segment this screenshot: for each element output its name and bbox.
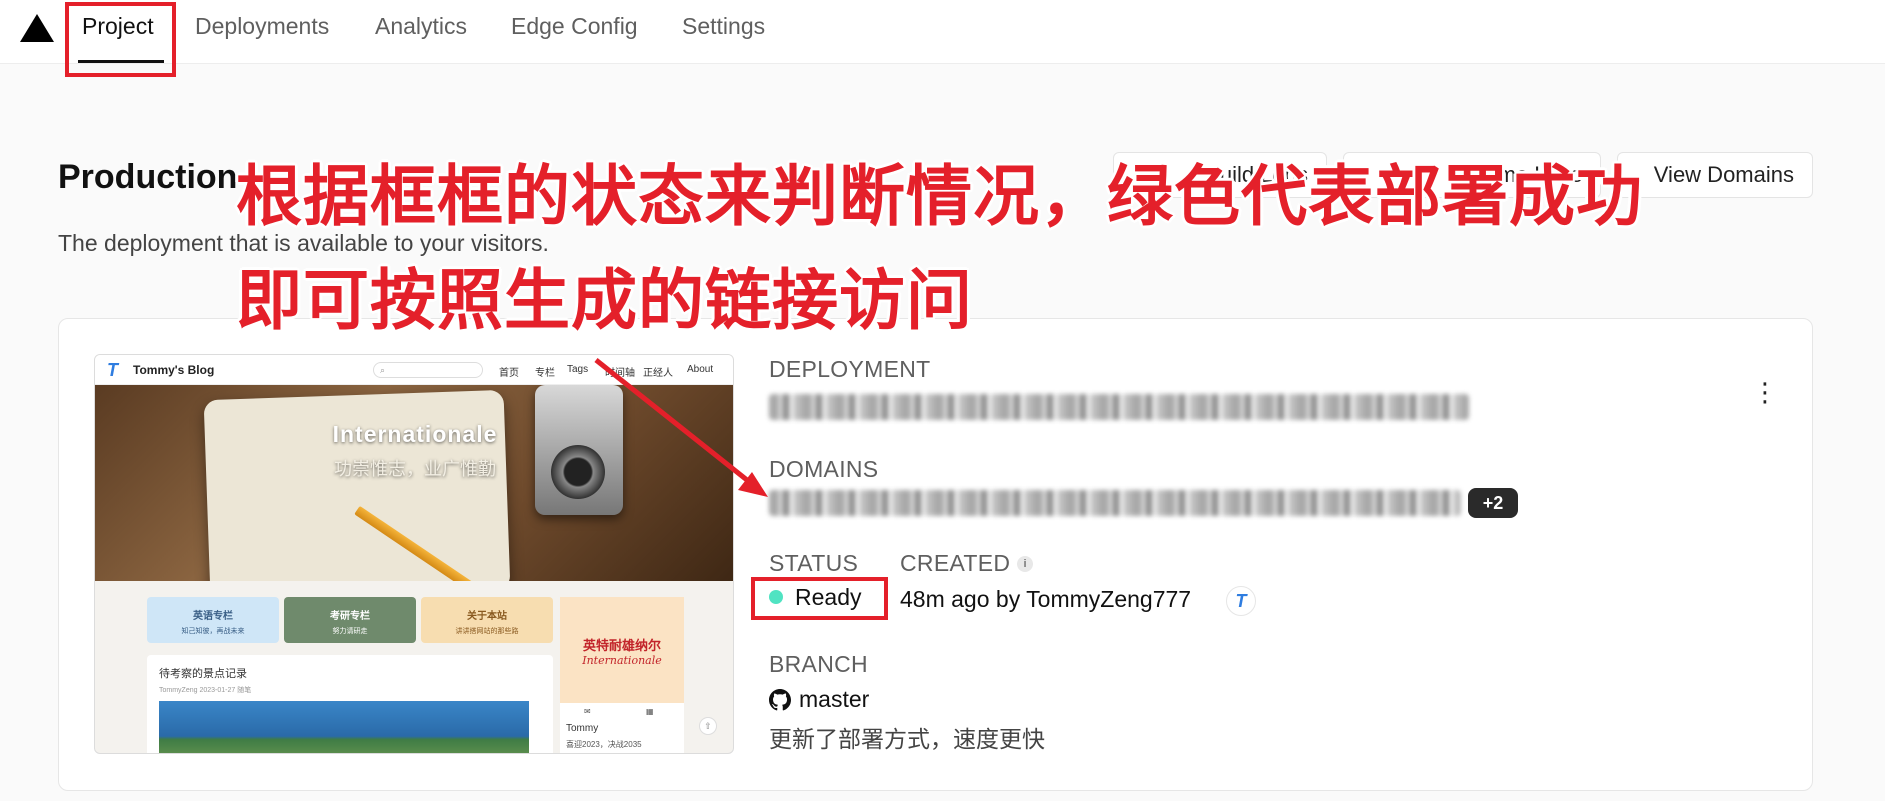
preview-mail-icon: ✉: [584, 707, 591, 716]
preview-post-title: 待考察的景点记录: [159, 668, 247, 680]
tab-edge-config[interactable]: Edge Config: [511, 12, 638, 40]
preview-author-name: Tommy: [566, 723, 599, 734]
annotation-text-line1: 根据框框的状态来判断情况，绿色代表部署成功: [236, 158, 1643, 235]
github-icon: [769, 689, 791, 711]
page-title: Production: [58, 158, 238, 196]
annotation-box-status: [751, 577, 888, 620]
tab-analytics[interactable]: Analytics: [375, 12, 467, 40]
preview-post-meta: TommyZeng 2023-01-27 随笔: [159, 687, 252, 694]
preview-menu-item: 时间轴: [605, 368, 635, 379]
view-domains-button[interactable]: View Domains: [1617, 152, 1813, 198]
preview-search-icon: ⌕: [373, 362, 483, 378]
more-options-icon[interactable]: ⋮: [1752, 379, 1778, 405]
preview-menu-item: 专栏: [535, 368, 555, 379]
preview-notebook-shape: [203, 389, 511, 581]
author-avatar[interactable]: T: [1226, 586, 1256, 616]
vercel-logo-icon[interactable]: [20, 14, 54, 42]
preview-site-header: T Tommy's Blog ⌕ 首页 专栏 Tags 时间轴 正经人 Abou…: [95, 355, 733, 385]
preview-tile: 关于本站 讲讲搭网站的那些路: [421, 597, 553, 643]
preview-calligraphy-card: 英特耐雄纳尔 Internationale: [560, 597, 684, 703]
preview-hero-subtitle: 功崇惟志，业广惟勤: [334, 459, 496, 479]
branch-label: BRANCH: [769, 651, 868, 677]
preview-tile: 英语专栏 知己知彼，再战未来: [147, 597, 279, 643]
preview-menu-item: 首页: [499, 368, 519, 379]
annotation-text-line2: 即可按照生成的链接访问: [236, 262, 973, 339]
preview-author-quote: 喜迎2023，决战2035: [566, 740, 642, 749]
preview-calendar-icon: ▦: [646, 707, 654, 716]
top-nav: Project Deployments Analytics Edge Confi…: [0, 0, 1885, 64]
preview-hero-title: Internationale: [332, 421, 498, 447]
preview-sidebar: 英特耐雄纳尔 Internationale ✉ ▦ Tommy 喜迎2023，决…: [560, 597, 684, 753]
deployment-label: DEPLOYMENT: [769, 356, 931, 382]
preview-site-logo-icon: T: [107, 360, 118, 380]
info-icon[interactable]: i: [1017, 556, 1033, 572]
created-value: 48m ago by TommyZeng777: [900, 586, 1192, 612]
preview-site-name: Tommy's Blog: [133, 363, 215, 377]
domain-urls-blurred[interactable]: [769, 490, 1461, 516]
preview-post-card: 待考察的景点记录 TommyZeng 2023-01-27 随笔: [147, 655, 553, 753]
preview-hero-image: Internationale 功崇惟志，业广惟勤: [95, 385, 733, 581]
preview-post-image: [159, 701, 529, 753]
status-label: STATUS: [769, 550, 859, 576]
preview-tile: 考研专栏 努力请研走: [284, 597, 416, 643]
more-domains-badge[interactable]: +2: [1468, 488, 1518, 518]
annotation-box-project-tab: [65, 2, 176, 77]
preview-menu-item: About: [687, 364, 714, 375]
created-label: CREATED: [900, 550, 1011, 576]
preview-menu-item: 正经人: [643, 368, 673, 379]
domains-label: DOMAINS: [769, 456, 879, 482]
commit-message: 更新了部署方式，速度更快: [769, 726, 1045, 752]
preview-scroll-top-icon: ⇧: [699, 717, 717, 735]
preview-menu-item: Tags: [567, 364, 589, 375]
branch-value[interactable]: master: [799, 686, 869, 713]
deployment-url-blurred[interactable]: [769, 394, 1469, 420]
tab-settings[interactable]: Settings: [682, 12, 765, 40]
deployment-preview[interactable]: T Tommy's Blog ⌕ 首页 专栏 Tags 时间轴 正经人 Abou…: [94, 354, 734, 754]
tab-deployments[interactable]: Deployments: [195, 12, 329, 40]
